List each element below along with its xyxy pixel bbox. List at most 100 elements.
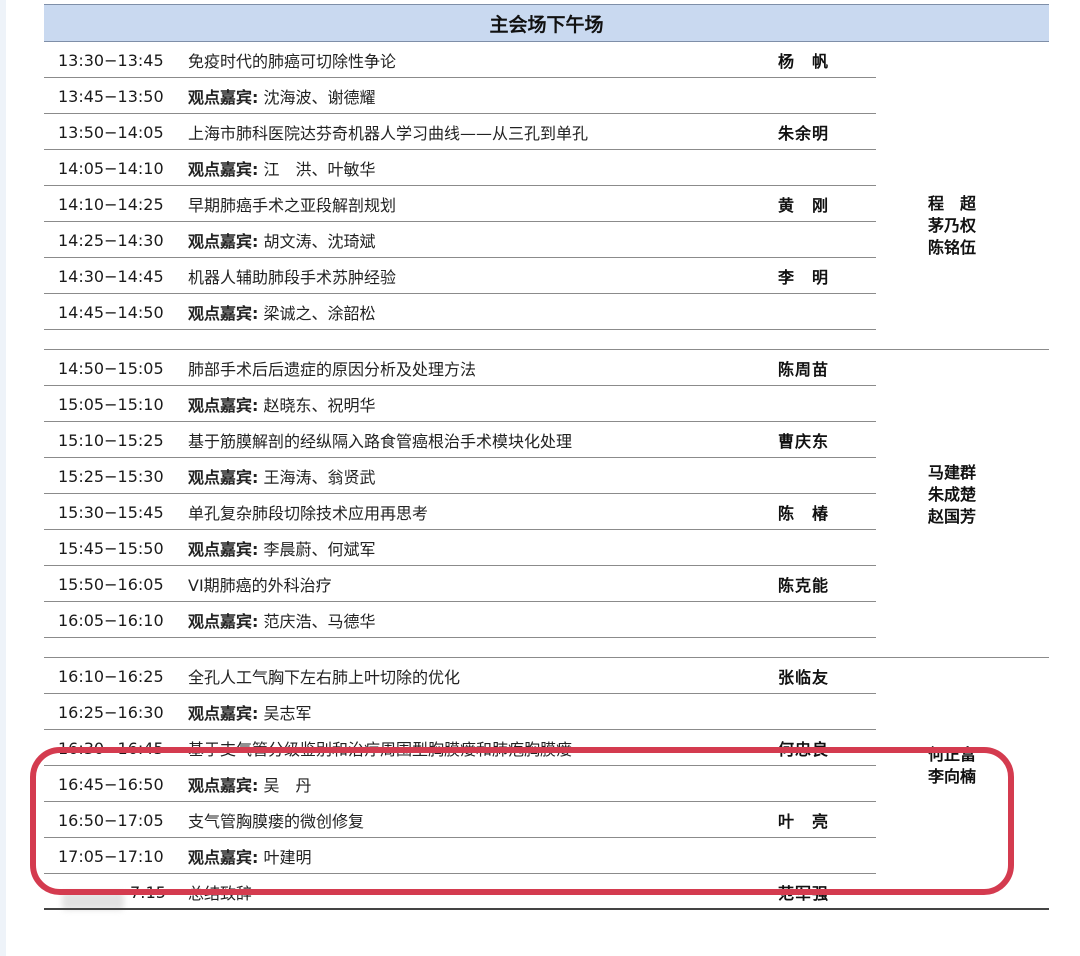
table-row: 16:50−17:05 支气管胸膜瘘的微创修复 叶 亮 <box>44 802 1049 838</box>
viewpoint-label: 观点嘉宾: <box>188 704 259 723</box>
schedule-table: 主会场下午场 13:30−13:45 免疫时代的肺癌可切除性争论 杨 帆 13:45… <box>44 4 1049 910</box>
viewpoint-label: 观点嘉宾: <box>188 88 259 107</box>
topic-cell: 全孔人工气胸下左右肺上叶切除的优化 <box>188 668 461 687</box>
speaker-cell: 陈克能 <box>778 576 830 595</box>
time-cell: 15:45−15:50 <box>58 538 164 558</box>
table-row: 16:10−16:25 全孔人工气胸下左右肺上叶切除的优化 张临友 <box>44 658 1049 694</box>
viewpoint-label: 观点嘉宾: <box>188 540 259 559</box>
guest-names: 范庆浩、马德华 <box>263 612 376 631</box>
speaker-cell: 曹庆东 <box>778 432 830 451</box>
table-row: 14:30−14:45 机器人辅助肺段手术苏肿经验 李 明 <box>44 258 1049 294</box>
time-cell: 13:45−13:50 <box>58 86 164 106</box>
session-divider <box>44 330 1049 350</box>
topic-cell: 基于支气管分级鉴别和治疗周围型胸膜瘘和肺疱胸膜瘘 <box>188 740 573 759</box>
time-cell: 15:30−15:45 <box>58 502 164 522</box>
session-block-3: 16:10−16:25 全孔人工气胸下左右肺上叶切除的优化 张临友 16:25−16… <box>44 658 1049 874</box>
topic-cell: 观点嘉宾: 范庆浩、马德华 <box>188 608 778 632</box>
time-cell: 16:10−16:25 <box>58 666 164 686</box>
table-row: 16:05−16:10 观点嘉宾: 范庆浩、马德华 <box>44 602 1049 638</box>
speaker-cell: 杨 帆 <box>778 52 830 71</box>
topic-cell: 肺部手术后后遗症的原因分析及处理方法 <box>188 360 477 379</box>
guest-names: 叶建明 <box>263 848 312 867</box>
chair-name: 赵国芳 <box>928 507 977 526</box>
table-row: 14:10−14:25 早期肺癌手术之亚段解剖规划 黄 刚 <box>44 186 1049 222</box>
table-row: 15:05−15:10 观点嘉宾: 赵晓东、祝明华 <box>44 386 1049 422</box>
speaker-cell: 陈周苗 <box>778 360 830 379</box>
topic-cell: 总结致辞 <box>188 884 253 903</box>
table-row: 15:50−16:05 VI期肺癌的外科治疗 陈克能 <box>44 566 1049 602</box>
topic-cell: 观点嘉宾: 胡文涛、沈琦斌 <box>188 228 778 252</box>
session-block-1: 13:30−13:45 免疫时代的肺癌可切除性争论 杨 帆 13:45−13:50 观… <box>44 42 1049 330</box>
topic-cell: 观点嘉宾: 沈海波、谢德耀 <box>188 84 778 108</box>
session-divider <box>44 638 1049 658</box>
speaker-cell: 何忠良 <box>778 740 830 759</box>
table-row: 16:30−16:45 基于支气管分级鉴别和治疗周围型胸膜瘘和肺疱胸膜瘘 何忠良 <box>44 730 1049 766</box>
topic-cell: 上海市肺科医院达芬奇机器人学习曲线——从三孔到单孔 <box>188 124 589 143</box>
guest-names: 李晨蔚、何斌军 <box>263 540 376 559</box>
table-row: 15:30−15:45 单孔复杂肺段切除技术应用再思考 陈 椿 <box>44 494 1049 530</box>
chair-name: 程 超 <box>928 194 977 213</box>
topic-cell: 观点嘉宾: 吴志军 <box>188 700 778 724</box>
time-cell: 16:25−16:30 <box>58 702 164 722</box>
guest-names: 吴 丹 <box>263 776 312 795</box>
topic-cell: 基于筋膜解剖的经纵隔入路食管癌根治手术模块化处理 <box>188 432 573 451</box>
topic-cell: 观点嘉宾: 吴 丹 <box>188 772 778 796</box>
chair-name: 马建群 <box>928 463 977 482</box>
topic-cell: 单孔复杂肺段切除技术应用再思考 <box>188 504 429 523</box>
time-cell: 16:45−16:50 <box>58 774 164 794</box>
time-cell: 16:30−16:45 <box>58 738 164 758</box>
speaker-cell: 朱余明 <box>778 124 830 143</box>
guest-names: 王海涛、翁贤武 <box>263 468 376 487</box>
viewpoint-label: 观点嘉宾: <box>188 304 259 323</box>
topic-cell: 观点嘉宾: 叶建明 <box>188 844 778 868</box>
viewpoint-label: 观点嘉宾: <box>188 396 259 415</box>
topic-cell: 机器人辅助肺段手术苏肿经验 <box>188 268 397 287</box>
session-title: 主会场下午场 <box>489 13 604 36</box>
time-cell: 7:15 <box>44 883 188 910</box>
table-row: 16:25−16:30 观点嘉宾: 吴志军 <box>44 694 1049 730</box>
chair-list: 何正富 李向楠 <box>928 744 1038 788</box>
time-cell: 13:30−13:45 <box>58 50 164 70</box>
guest-names: 江 洪、叶敏华 <box>263 160 376 179</box>
guest-names: 沈海波、谢德耀 <box>263 88 376 107</box>
time-cell: 14:10−14:25 <box>58 194 164 214</box>
chair-name: 茅乃权 <box>928 216 977 235</box>
time-cell: 14:05−14:10 <box>58 158 164 178</box>
time-cell: 14:50−15:05 <box>58 358 164 378</box>
time-cell: 14:45−14:50 <box>58 302 164 322</box>
guest-names: 胡文涛、沈琦斌 <box>263 232 376 251</box>
topic-cell: 观点嘉宾: 李晨蔚、何斌军 <box>188 536 778 560</box>
speaker-cell: 范军强 <box>778 884 830 903</box>
table-row: 14:45−14:50 观点嘉宾: 梁诚之、涂韶松 <box>44 294 1049 330</box>
blurred-region <box>62 891 124 910</box>
guest-names: 赵晓东、祝明华 <box>263 396 376 415</box>
viewpoint-label: 观点嘉宾: <box>188 232 259 251</box>
table-row: 13:50−14:05 上海市肺科医院达芬奇机器人学习曲线——从三孔到单孔 朱余明 <box>44 114 1049 150</box>
viewpoint-label: 观点嘉宾: <box>188 612 259 631</box>
chair-list: 程 超 茅乃权 陈铭伍 <box>928 193 1038 259</box>
table-row: 15:25−15:30 观点嘉宾: 王海涛、翁贤武 <box>44 458 1049 494</box>
table-row: 15:45−15:50 观点嘉宾: 李晨蔚、何斌军 <box>44 530 1049 566</box>
viewpoint-label: 观点嘉宾: <box>188 848 259 867</box>
closing-row: 7:15 总结致辞 范军强 <box>44 874 1049 910</box>
topic-cell: 观点嘉宾: 赵晓东、祝明华 <box>188 392 778 416</box>
table-row: 16:45−16:50 观点嘉宾: 吴 丹 <box>44 766 1049 802</box>
speaker-cell: 黄 刚 <box>778 196 830 215</box>
time-cell: 15:10−15:25 <box>58 430 164 450</box>
time-cell: 16:05−16:10 <box>58 610 164 630</box>
chair-name: 陈铭伍 <box>928 238 977 257</box>
time-cell: 15:05−15:10 <box>58 394 164 414</box>
table-row: 14:25−14:30 观点嘉宾: 胡文涛、沈琦斌 <box>44 222 1049 258</box>
speaker-cell: 张临友 <box>778 668 830 687</box>
time-cell: 14:30−14:45 <box>58 266 164 286</box>
table-row: 13:30−13:45 免疫时代的肺癌可切除性争论 杨 帆 <box>44 42 1049 78</box>
speaker-cell: 李 明 <box>778 268 830 287</box>
time-cell: 13:50−14:05 <box>58 122 164 142</box>
chair-name: 朱成楚 <box>928 485 977 504</box>
chair-list: 马建群 朱成楚 赵国芳 <box>928 462 1038 528</box>
table-row: 15:10−15:25 基于筋膜解剖的经纵隔入路食管癌根治手术模块化处理 曹庆东 <box>44 422 1049 458</box>
time-cell: 17:05−17:10 <box>58 846 164 866</box>
table-row: 14:05−14:10 观点嘉宾: 江 洪、叶敏华 <box>44 150 1049 186</box>
left-edge-strip <box>0 0 6 956</box>
topic-cell: 早期肺癌手术之亚段解剖规划 <box>188 196 397 215</box>
